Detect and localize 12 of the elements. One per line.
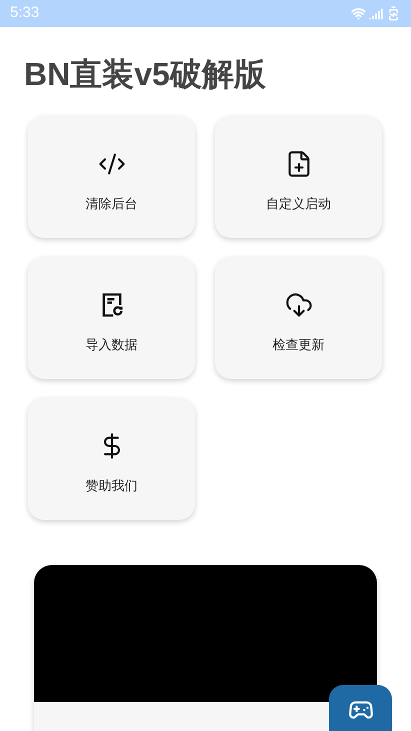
- wifi-icon: [351, 6, 366, 21]
- battery-icon: [386, 6, 401, 21]
- gamepad-button[interactable]: [329, 685, 392, 731]
- action-card[interactable]: 导入数据: [28, 257, 195, 379]
- action-card[interactable]: 检查更新: [215, 257, 382, 379]
- page-title: BN直装v5破解版: [24, 55, 267, 94]
- signal-icon: [369, 6, 383, 20]
- action-card[interactable]: 自定义启动: [215, 116, 382, 238]
- action-card[interactable]: 赞助我们: [28, 398, 195, 520]
- status-time: 5:33: [10, 3, 40, 24]
- action-card[interactable]: 清除后台: [28, 116, 195, 238]
- cloud-download-icon: [284, 291, 312, 320]
